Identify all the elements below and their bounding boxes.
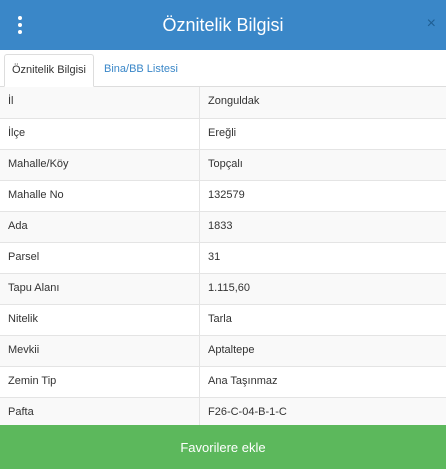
footer-spacer	[0, 469, 446, 473]
attribute-key: Nitelik	[0, 305, 200, 335]
attribute-value: 132579	[208, 189, 245, 201]
attribute-key: Ada	[0, 212, 200, 242]
table-row: Parsel 31	[0, 242, 446, 273]
table-row: Mahalle No 132579	[0, 180, 446, 211]
attribute-key: Parsel	[0, 243, 200, 273]
table-row: Nitelik Tarla	[0, 304, 446, 335]
close-icon[interactable]: ×	[427, 15, 436, 33]
table-row: Tapu Alanı 1.115,60	[0, 273, 446, 304]
tab-attribute-info[interactable]: Öznitelik Bilgisi	[4, 54, 94, 87]
table-row: Ada 1833	[0, 211, 446, 242]
tab-building-list[interactable]: Bina/BB Listesi	[97, 54, 185, 86]
attribute-key: Zemin Tip	[0, 367, 200, 397]
table-row: Mahalle/Köy Topçalı	[0, 149, 446, 180]
attribute-value: F26-C-04-B-1-C	[208, 406, 287, 418]
attribute-value: Ereğli	[208, 127, 237, 139]
attribute-value: Aptaltepe	[208, 344, 255, 356]
more-vertical-icon[interactable]	[16, 16, 24, 34]
attribute-value: 1.115,60	[208, 282, 251, 294]
table-row: Pafta F26-C-04-B-1-C	[0, 397, 446, 428]
table-row: Zemin Tip Ana Taşınmaz	[0, 366, 446, 397]
dialog-header: Öznitelik Bilgisi ×	[0, 0, 446, 50]
attribute-table: İl Zonguldak İlçe Ereğli Mahalle/Köy Top…	[0, 87, 446, 428]
table-row: Mevkii Aptaltepe	[0, 335, 446, 366]
table-row: İl Zonguldak	[0, 87, 446, 118]
attribute-key: Mahalle No	[0, 181, 200, 211]
attribute-value: Topçalı	[208, 158, 243, 170]
attribute-value: Zonguldak	[208, 95, 260, 107]
attribute-value: Tarla	[208, 313, 232, 325]
attribute-value: 31	[208, 251, 221, 263]
attribute-key: İl	[0, 87, 200, 118]
attribute-key: Mevkii	[0, 336, 200, 366]
dialog-title: Öznitelik Bilgisi	[162, 14, 284, 35]
attribute-key: İlçe	[0, 119, 200, 149]
add-to-favorites-button[interactable]: Favorilere ekle	[0, 425, 446, 469]
table-row: İlçe Ereğli	[0, 118, 446, 149]
attribute-key: Pafta	[0, 398, 200, 428]
tab-bar: Öznitelik Bilgisi Bina/BB Listesi	[0, 50, 446, 87]
attribute-key: Mahalle/Köy	[0, 150, 200, 180]
attribute-key: Tapu Alanı	[0, 274, 200, 304]
attribute-value: 1833	[208, 220, 233, 232]
attribute-value: Ana Taşınmaz	[208, 375, 278, 387]
